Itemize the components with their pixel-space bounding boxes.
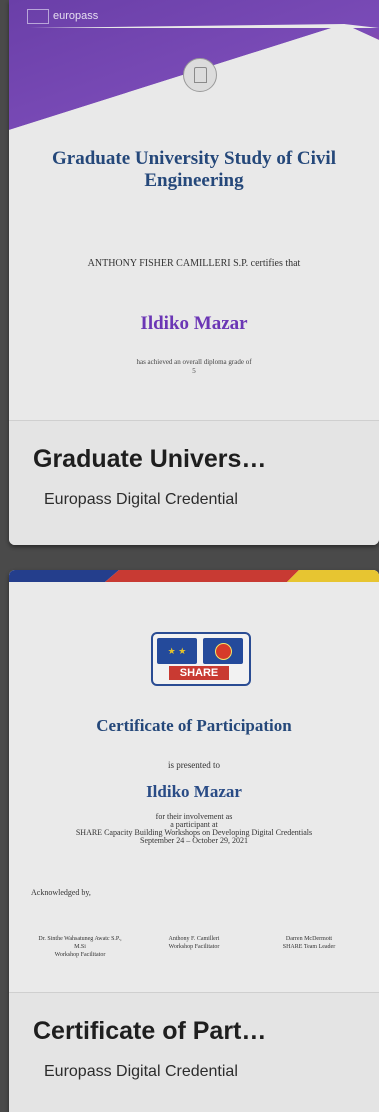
tricolor-stripe — [9, 570, 379, 582]
share-logo: ★ ★ SHARE — [151, 632, 251, 686]
signatory-name: Dr. Sinthe Wahsatuneg Awatc S.P., M.Si — [38, 936, 122, 950]
share-logo-text: SHARE — [169, 666, 229, 680]
issuer-line: ANTHONY FISHER CAMILLERI S.P. certifies … — [87, 258, 301, 269]
details-line: September 24 – October 29, 2021 — [140, 836, 248, 845]
grade-value: 5 — [192, 367, 196, 375]
signatory: Darren McDermott SHARE Team Leader — [264, 935, 354, 951]
eu-flag-icon — [27, 9, 49, 24]
signatory: Anthony F. Camilleri Workshop Facilitato… — [154, 935, 234, 951]
credential-title[interactable]: Certificate of Part… — [33, 1017, 266, 1046]
certificate-title: Certificate of Participation — [96, 716, 292, 735]
credential-type: Europass Digital Credential — [44, 1063, 238, 1080]
credential-preview[interactable]: ★ ★ SHARE Certificate of Participation i… — [9, 570, 379, 992]
presented-to: is presented to — [168, 760, 220, 770]
recipient-name: Ildiko Mazar — [140, 313, 248, 334]
signatory: Dr. Sinthe Wahsatuneg Awatc S.P., M.Si W… — [35, 935, 125, 959]
credential-card[interactable]: europass Graduate University Study of Ci… — [9, 0, 379, 545]
signatory-role: SHARE Team Leader — [282, 944, 336, 950]
certificate-title: Graduate University Study of Civil Engin… — [52, 148, 336, 191]
credential-card-footer: Certificate of Part… Europass Digital Cr… — [9, 992, 379, 1112]
credential-preview[interactable]: europass Graduate University Study of Ci… — [9, 0, 379, 420]
signatory-name: Darren McDermott — [285, 936, 333, 942]
credential-card-footer: Graduate Univers… Europass Digital Crede… — [9, 420, 379, 545]
grade-statement: has achieved an overall diploma grade of… — [9, 358, 379, 376]
signatory-role: Workshop Facilitator — [168, 944, 220, 950]
europass-logo-text: europass — [53, 10, 99, 22]
signatory-role: Workshop Facilitator — [54, 952, 106, 958]
credential-type: Europass Digital Credential — [44, 491, 238, 508]
signatory-name: Anthony F. Camilleri — [168, 936, 220, 942]
eu-flag-icon: ★ ★ — [157, 638, 197, 664]
credential-card[interactable]: ★ ★ SHARE Certificate of Participation i… — [9, 570, 379, 1112]
grade-line: has achieved an overall diploma grade of — [136, 358, 252, 366]
credential-title[interactable]: Graduate Univers… — [33, 445, 266, 474]
acknowledged-by: Acknowledged by, — [31, 888, 91, 897]
participation-details: for their involvement as a participant a… — [9, 813, 379, 845]
university-seal-icon — [183, 58, 217, 92]
recipient-name: Ildiko Mazar — [146, 782, 242, 801]
asean-emblem-icon — [203, 638, 243, 664]
